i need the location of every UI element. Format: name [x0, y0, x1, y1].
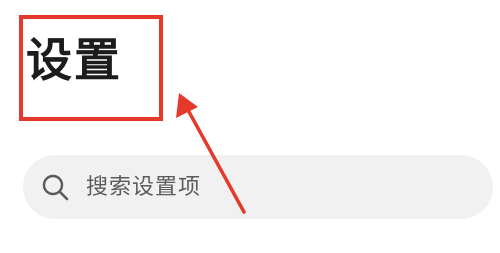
settings-screen: 设置 搜索设置项 [0, 0, 500, 253]
search-input[interactable]: 搜索设置项 [86, 172, 201, 204]
search-icon [42, 174, 69, 201]
annotation-highlight-box [19, 15, 163, 121]
